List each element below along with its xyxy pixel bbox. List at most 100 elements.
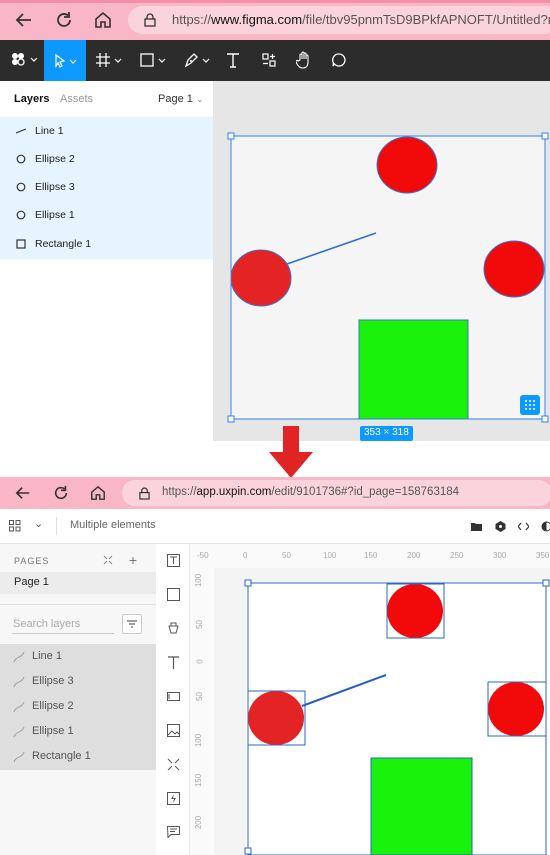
figma-main-menu-button[interactable] bbox=[6, 48, 42, 72]
ruler-tick: 200 bbox=[407, 551, 421, 560]
reload-icon[interactable] bbox=[50, 482, 72, 504]
filter-icon[interactable] bbox=[122, 614, 142, 634]
back-icon[interactable] bbox=[12, 482, 34, 504]
home-icon[interactable] bbox=[87, 482, 109, 504]
page-selector-label: Page 1 bbox=[158, 93, 193, 105]
image-tool-icon[interactable] bbox=[165, 722, 181, 738]
add-page-icon[interactable]: + bbox=[126, 552, 140, 568]
ruler-tick: 150 bbox=[194, 773, 204, 788]
resize-handle[interactable] bbox=[541, 415, 549, 423]
resize-handle[interactable] bbox=[227, 132, 235, 140]
ellipse-icon bbox=[16, 182, 26, 192]
layer-row-ellipse-3[interactable]: Ellipse 3 bbox=[0, 173, 213, 201]
ruler-tick: 0 bbox=[195, 659, 205, 664]
contrast-icon[interactable] bbox=[540, 520, 550, 532]
ellipse-left-shape[interactable] bbox=[230, 249, 292, 307]
ellipse-right-shape[interactable] bbox=[483, 240, 545, 298]
search-layers-placeholder: Search layers bbox=[13, 618, 81, 630]
layer-label: Rectangle 1 bbox=[32, 750, 91, 762]
page-selector[interactable]: Page 1 ⌄ bbox=[158, 93, 203, 105]
uxpin-toolbar: ⌄ Multiple elements bbox=[0, 509, 550, 544]
figma-canvas[interactable]: 353 × 318 bbox=[214, 81, 550, 441]
layer-row-ellipse-3[interactable]: Ellipse 3 bbox=[0, 669, 156, 694]
layer-label: Ellipse 3 bbox=[32, 675, 74, 687]
layer-row-line-1[interactable]: Line 1 bbox=[0, 644, 156, 669]
ellipse-left-shape[interactable] bbox=[248, 691, 304, 745]
resize-handle[interactable] bbox=[244, 579, 252, 587]
selection-label: Multiple elements bbox=[70, 519, 156, 531]
move-tool-button[interactable] bbox=[44, 40, 86, 81]
page-item[interactable]: Page 1 bbox=[0, 572, 156, 594]
figma-toolbar bbox=[0, 40, 550, 81]
ruler-top: -50 0 50 100 150 200 250 300 350 bbox=[190, 544, 550, 568]
resize-handle[interactable] bbox=[244, 847, 252, 855]
back-icon[interactable] bbox=[12, 8, 36, 32]
figma-address-bar[interactable]: https://www.figma.com/file/tbv95pnmTsD9B… bbox=[128, 6, 550, 34]
box-tool-icon[interactable] bbox=[165, 586, 181, 602]
uxpin-left-panel: PAGES + Page 1 Search layers Line 1 Elli… bbox=[0, 544, 156, 855]
layer-row-rectangle-1[interactable]: Rectangle 1 bbox=[0, 744, 156, 770]
layer-label: Ellipse 3 bbox=[35, 181, 75, 193]
line-shape[interactable] bbox=[286, 232, 377, 265]
ellipse-right-shape[interactable] bbox=[488, 682, 544, 736]
rectangle-shape[interactable] bbox=[358, 319, 469, 420]
uxpin-tool-column bbox=[156, 544, 190, 855]
shape-tool-button[interactable] bbox=[136, 48, 172, 72]
chevron-down-icon[interactable]: ⌄ bbox=[34, 517, 43, 530]
resize-handle[interactable] bbox=[227, 415, 235, 423]
line-shape[interactable] bbox=[301, 674, 387, 707]
folder-icon[interactable] bbox=[470, 520, 482, 532]
text-box-icon[interactable] bbox=[165, 552, 181, 568]
search-layers-input[interactable]: Search layers bbox=[12, 614, 114, 634]
ellipse-top-shape[interactable] bbox=[376, 136, 438, 194]
layers-tab[interactable]: Layers bbox=[14, 93, 49, 105]
figma-browser-bar: https://www.figma.com/file/tbv95pnmTsD9B… bbox=[0, 0, 550, 40]
ruler-tick: 350 bbox=[536, 551, 550, 560]
resize-handle[interactable] bbox=[542, 579, 550, 587]
line-icon bbox=[16, 128, 26, 134]
collapse-icon[interactable] bbox=[102, 554, 114, 566]
layer-row-rectangle-1[interactable]: Rectangle 1 bbox=[0, 229, 213, 259]
ruler-tick: 50 bbox=[282, 551, 291, 560]
layer-row-ellipse-1[interactable]: Ellipse 1 bbox=[0, 719, 156, 744]
frame-tool-button[interactable] bbox=[92, 48, 128, 72]
ellipse-top-shape[interactable] bbox=[387, 584, 443, 638]
resize-handle[interactable] bbox=[541, 132, 549, 140]
uxpin-canvas-shapes bbox=[244, 579, 550, 855]
url-domain: www.figma.com bbox=[211, 12, 303, 27]
rectangle-icon bbox=[16, 239, 26, 249]
uxpin-canvas[interactable] bbox=[214, 568, 550, 855]
code-icon[interactable] bbox=[517, 520, 529, 532]
auto-layout-grid-icon[interactable] bbox=[520, 395, 540, 415]
pen-tool-button[interactable] bbox=[180, 48, 216, 72]
comment-tool-button[interactable] bbox=[328, 48, 350, 72]
uxpin-address-bar[interactable]: https://app.uxpin.com/edit/9101736#?id_p… bbox=[122, 480, 550, 506]
layer-row-ellipse-2[interactable]: Ellipse 2 bbox=[0, 694, 156, 719]
component-icon[interactable] bbox=[494, 520, 506, 532]
text-tool-button[interactable] bbox=[222, 48, 244, 72]
uxpin-browser-bar: https://app.uxpin.com/edit/9101736#?id_p… bbox=[0, 477, 550, 509]
apps-grid-icon[interactable] bbox=[8, 519, 22, 533]
url-path: /file/tbv95pnmTsD9BPkfAPNOFT/Untitled?no… bbox=[302, 12, 550, 27]
input-tool-icon[interactable] bbox=[165, 688, 181, 704]
text-tool-icon[interactable] bbox=[165, 654, 181, 670]
ruler-tick: 150 bbox=[364, 551, 378, 560]
layer-row-line-1[interactable]: Line 1 bbox=[0, 117, 213, 145]
hand-tool-button[interactable] bbox=[293, 48, 315, 72]
interactions-tool-icon[interactable] bbox=[165, 756, 181, 772]
url-domain: app.uxpin.com bbox=[196, 486, 272, 498]
rectangle-shape[interactable] bbox=[370, 757, 473, 855]
comment-tool-icon[interactable] bbox=[165, 824, 181, 840]
ellipse-layer-icon bbox=[13, 676, 25, 688]
layer-row-ellipse-1[interactable]: Ellipse 1 bbox=[0, 201, 213, 229]
lock-icon bbox=[136, 485, 152, 501]
resources-tool-button[interactable] bbox=[258, 48, 280, 72]
assets-tab[interactable]: Assets bbox=[60, 93, 93, 105]
figma-layer-list: Line 1 Ellipse 2 Ellipse 3 Ellipse 1 Rec… bbox=[0, 117, 213, 259]
home-icon[interactable] bbox=[91, 8, 115, 32]
reload-icon[interactable] bbox=[52, 8, 76, 32]
figma-canvas-shapes bbox=[227, 132, 549, 423]
flash-tool-icon[interactable] bbox=[165, 790, 181, 806]
layer-row-ellipse-2[interactable]: Ellipse 2 bbox=[0, 145, 213, 173]
pen-tool-icon[interactable] bbox=[165, 620, 181, 636]
